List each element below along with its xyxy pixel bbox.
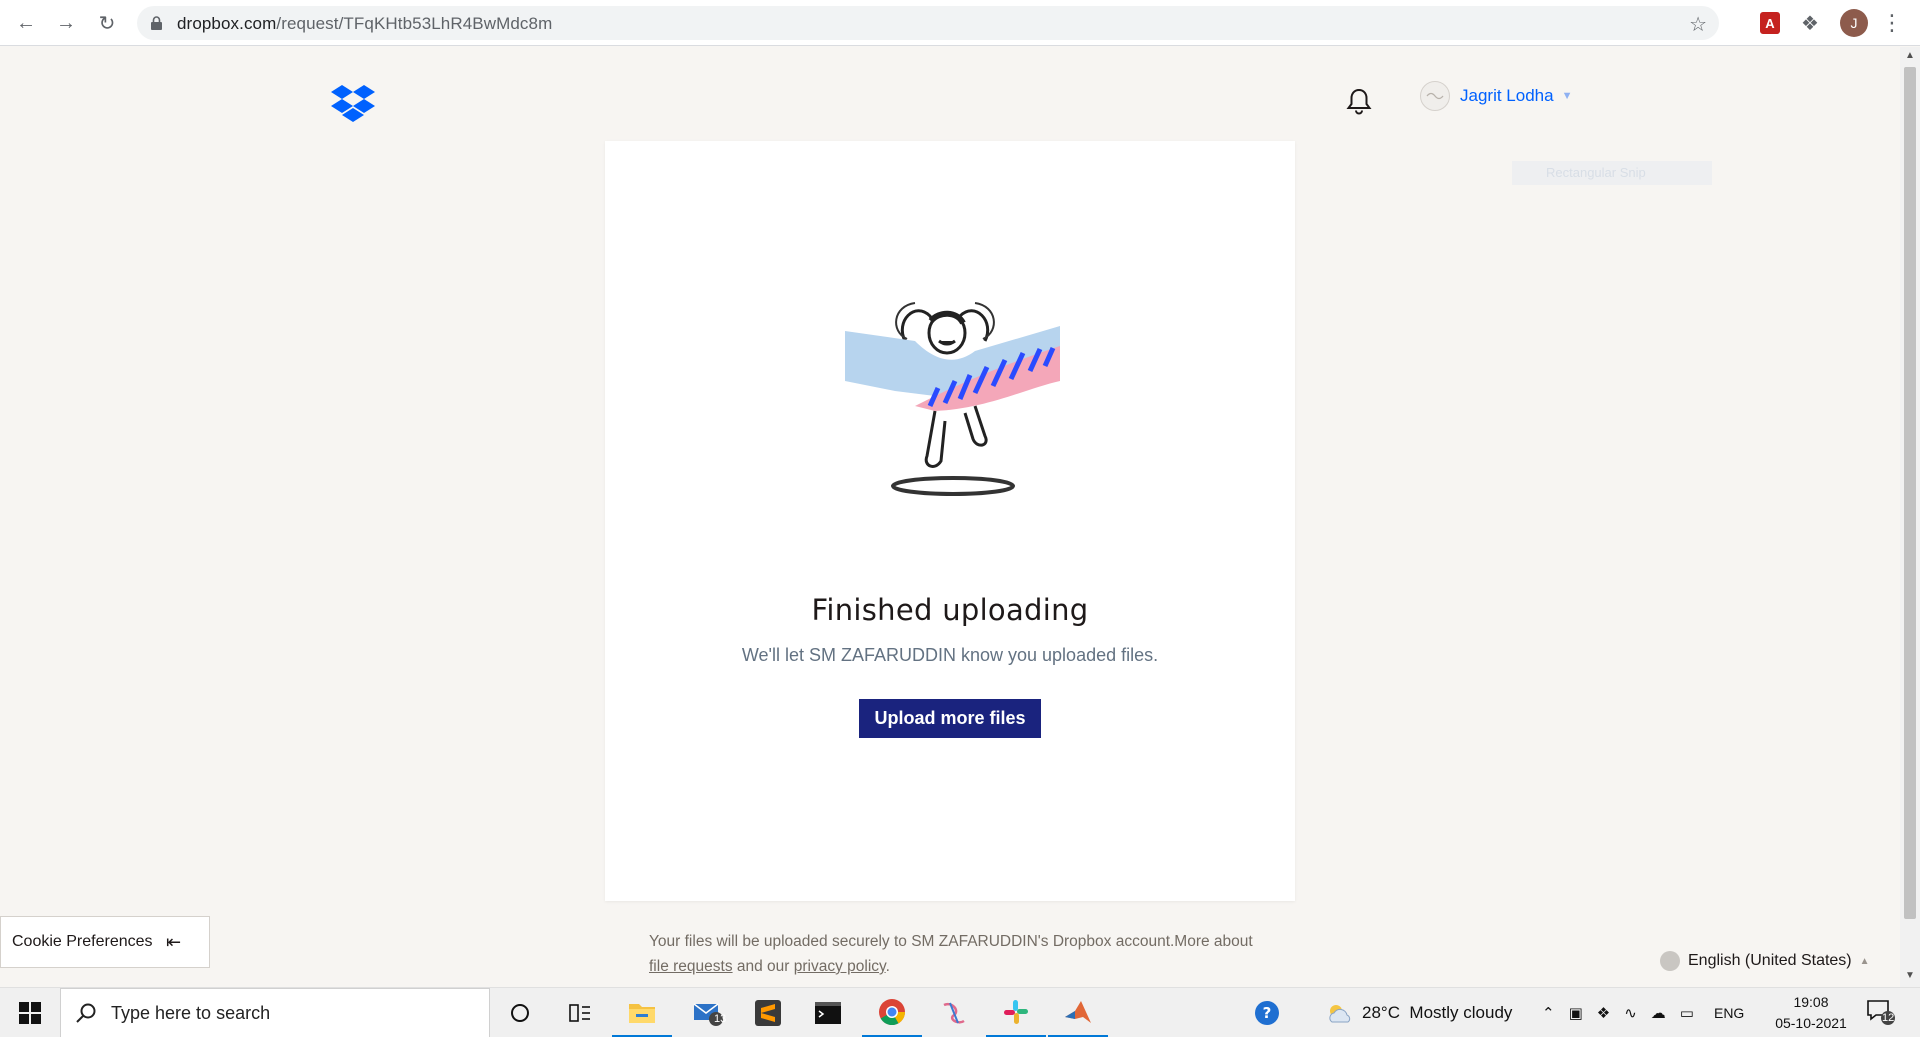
browser-menu-icon[interactable]: ⋮	[1881, 9, 1903, 37]
page-scrollbar[interactable]: ▲ ▼	[1900, 47, 1920, 987]
tray-chevron-up-icon[interactable]: ⌃	[1542, 1004, 1555, 1022]
cookie-preferences-button[interactable]: Cookie Preferences	[1, 933, 166, 951]
url-path: /request/TFqKHtb53LhR4BwMdc8m	[276, 14, 553, 33]
footer-note: Your files will be uploaded securely to …	[649, 929, 1269, 979]
cortana-icon[interactable]	[490, 988, 550, 1037]
clock-time: 19:08	[1793, 994, 1829, 1010]
slack-icon[interactable]	[986, 988, 1046, 1037]
mail-badge: 13	[714, 1013, 727, 1025]
reload-icon[interactable]: ↻	[93, 9, 121, 37]
battery-icon[interactable]: ▭	[1680, 1004, 1694, 1022]
card-title: Finished uploading	[811, 593, 1089, 627]
scroll-up-icon[interactable]: ▲	[1905, 51, 1915, 61]
url-text: dropbox.com/request/TFqKHtb53LhR4BwMdc8m	[177, 14, 552, 34]
pdf-extension-label: A	[1765, 15, 1775, 31]
onedrive-icon[interactable]: ☁	[1651, 1004, 1666, 1022]
footer-note-end: .	[885, 958, 890, 975]
clock-date: 05-10-2021	[1775, 1015, 1847, 1031]
snip-sketch-icon[interactable]	[924, 988, 984, 1037]
globe-icon	[1660, 951, 1680, 971]
notification-bell-icon[interactable]	[1346, 87, 1372, 115]
scroll-thumb[interactable]	[1904, 67, 1916, 919]
lock-icon	[151, 16, 162, 30]
chrome-icon[interactable]	[862, 988, 922, 1037]
task-view-icon[interactable]	[550, 988, 610, 1037]
notification-count: 12	[1882, 1012, 1895, 1024]
search-placeholder: Type here to search	[111, 1002, 271, 1023]
terminal-icon[interactable]	[798, 988, 858, 1037]
cloudy-weather-icon	[1329, 1005, 1351, 1023]
profile-avatar[interactable]: J	[1840, 9, 1868, 37]
dropbox-tray-icon[interactable]: ❖	[1597, 1004, 1610, 1022]
address-bar[interactable]: dropbox.com/request/TFqKHtb53LhR4BwMdc8m…	[137, 6, 1719, 40]
browser-toolbar: ← → ↻ dropbox.com/request/TFqKHtb53LhR4B…	[0, 0, 1920, 46]
privacy-policy-link[interactable]: privacy policy	[794, 958, 886, 975]
matlab-icon[interactable]	[1048, 988, 1108, 1037]
upload-complete-card: Finished uploading We'll let SM ZAFARUDD…	[605, 141, 1295, 901]
user-menu[interactable]: Jagrit Lodha ▼	[1420, 81, 1572, 111]
user-avatar	[1420, 81, 1450, 111]
file-requests-link[interactable]: file requests	[649, 958, 733, 975]
meet-now-icon[interactable]: ▣	[1569, 1004, 1583, 1022]
chevron-up-icon: ▲	[1859, 955, 1870, 967]
snip-overlay-ghost: Rectangular Snip	[1512, 161, 1712, 185]
forward-icon[interactable]: →	[52, 9, 80, 37]
mail-icon[interactable]: 13	[678, 988, 738, 1037]
input-language[interactable]: ENG	[1714, 1005, 1744, 1021]
weather-text: 28°C Mostly cloudy	[1362, 1003, 1513, 1022]
celebration-illustration	[845, 302, 1060, 496]
system-clock[interactable]: 19:08 05-10-2021	[1766, 992, 1856, 1034]
upload-more-files-button[interactable]: Upload more files	[859, 699, 1041, 738]
footer-note-prefix: Your files will be uploaded securely to …	[649, 933, 1253, 950]
url-host: dropbox.com	[177, 14, 277, 33]
back-icon[interactable]: ←	[12, 9, 40, 37]
scroll-down-icon[interactable]: ▼	[1905, 971, 1915, 981]
pdf-extension-icon[interactable]: A	[1760, 12, 1780, 34]
help-icon[interactable]: ?	[1254, 988, 1280, 1037]
card-subtitle: We'll let SM ZAFARUDDIN know you uploade…	[741, 645, 1159, 665]
sublime-text-icon[interactable]	[738, 988, 798, 1037]
weather-widget[interactable]: 28°C Mostly cloudy	[1326, 988, 1512, 1037]
cookie-preferences-panel: Cookie Preferences ⇤	[0, 916, 210, 968]
page-content: Jagrit Lodha ▼ Rectangular Snip Finished…	[0, 47, 1900, 987]
windows-taskbar: Type here to search 13 ? 28°C Mostly clo…	[0, 987, 1920, 1037]
file-explorer-icon[interactable]	[612, 988, 672, 1037]
bookmark-star-icon[interactable]: ☆	[1689, 12, 1707, 37]
svg-text:?: ?	[1263, 1004, 1272, 1022]
collapse-left-icon[interactable]: ⇤	[166, 932, 181, 953]
system-tray: ⌃ ▣ ❖ ∿ ☁ ▭ ENG	[1542, 988, 1744, 1037]
windows-start-icon[interactable]	[0, 988, 60, 1037]
language-selector[interactable]: English (United States) ▲	[1660, 951, 1870, 971]
search-icon	[76, 1003, 96, 1023]
user-name: Jagrit Lodha	[1460, 86, 1554, 105]
profile-initial: J	[1850, 15, 1858, 31]
wifi-icon[interactable]: ∿	[1624, 1004, 1637, 1022]
footer-note-mid: and our	[732, 958, 794, 975]
language-label: English (United States)	[1688, 952, 1852, 969]
chevron-down-icon: ▼	[1561, 90, 1573, 102]
taskbar-search[interactable]: Type here to search	[60, 988, 490, 1037]
dropbox-logo-icon[interactable]	[331, 85, 375, 123]
extensions-puzzle-icon[interactable]: ❖	[1798, 11, 1822, 35]
action-center-icon[interactable]: 12	[1866, 998, 1896, 1031]
